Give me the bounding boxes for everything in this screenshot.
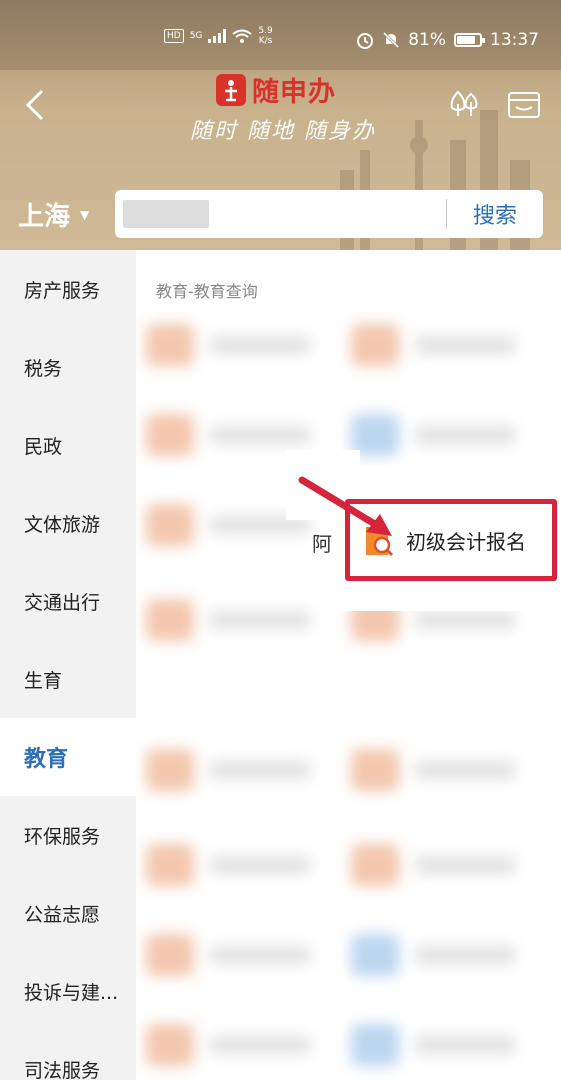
sidebar-item-label: 税务 [24, 357, 63, 380]
blurred-service-grid [146, 310, 551, 1080]
sidebar-item-judicial[interactable]: 司法服务 [0, 1030, 136, 1080]
sidebar-item-tax[interactable]: 税务 [0, 328, 136, 406]
blurred-service-item [351, 745, 521, 795]
sidebar-item-complaints[interactable]: 投诉与建... [0, 952, 136, 1030]
clock: 13:37 [490, 30, 539, 50]
sidebar-item-label: 公益志愿 [24, 903, 101, 926]
service-content: 教育-教育查询 [136, 250, 561, 1080]
sidebar-item-transport[interactable]: 交通出行 [0, 562, 136, 640]
wifi-icon [232, 29, 253, 43]
sidebar-item-label: 环保服务 [24, 825, 101, 848]
speed-unit: K/s [258, 36, 273, 46]
sidebar-item-volunteer[interactable]: 公益志愿 [0, 874, 136, 952]
status-left: HD 5G 5.9 K/s [164, 26, 273, 46]
blurred-service-item [146, 840, 316, 890]
status-right: 81% 13:37 [356, 30, 539, 50]
blurred-service-item [351, 1020, 521, 1070]
search-redacted-block [123, 200, 209, 228]
speed-value: 5.9 [258, 26, 273, 36]
blurred-service-item [146, 930, 316, 980]
sidebar-item-environment[interactable]: 环保服务 [0, 796, 136, 874]
city-label: 上海 [18, 202, 71, 232]
sidebar-item-culture-tourism[interactable]: 文体旅游 [0, 484, 136, 562]
search-input[interactable] [209, 190, 446, 238]
category-sidebar: 房产服务 税务 民政 文体旅游 交通出行 生育 教育 环保服务 公益志愿 投诉与… [0, 250, 136, 1080]
hd-badge: HD [164, 29, 184, 43]
search-button[interactable]: 搜索 [447, 198, 543, 230]
tree-icon [450, 90, 478, 116]
logo-text: 随申办 [252, 77, 336, 108]
sidebar-item-label: 文体旅游 [24, 513, 101, 536]
item-label: 初级会计报名 [406, 529, 526, 554]
status-bar: HD 5G 5.9 K/s 81% 13:37 [0, 0, 561, 70]
signal-icon [208, 29, 227, 43]
sidebar-item-birth[interactable]: 生育 [0, 640, 136, 718]
sidebar-item-label: 房产服务 [24, 279, 101, 302]
sidebar-item-label: 投诉与建... [24, 981, 119, 1004]
sidebar-item-education[interactable]: 教育 [0, 718, 136, 796]
wallet-icon [508, 92, 540, 118]
blurred-service-item [146, 595, 316, 645]
slogan: 随时 随地 随身办 [190, 119, 376, 144]
blurred-service-item [146, 745, 316, 795]
blurred-service-item [351, 410, 521, 460]
blurred-service-item [351, 930, 521, 980]
blurred-service-item [146, 1020, 316, 1070]
caret-down-icon: ▼ [80, 207, 90, 222]
sidebar-item-label: 民政 [24, 435, 63, 458]
sidebar-item-civil-affairs[interactable]: 民政 [0, 406, 136, 484]
battery-percent: 81% [408, 30, 446, 50]
pointer-arrow-icon [298, 476, 392, 536]
sidebar-item-label: 生育 [24, 669, 63, 692]
sidebar-item-label: 教育 [24, 747, 69, 772]
back-button[interactable] [20, 88, 50, 122]
signal-label: 5G [189, 31, 203, 41]
mute-icon [383, 31, 400, 49]
sidebar-item-property[interactable]: 房产服务 [0, 250, 136, 328]
blurred-service-item [351, 320, 521, 370]
tree-button[interactable] [446, 86, 482, 122]
blurred-service-item [146, 320, 316, 370]
alarm-icon [357, 33, 374, 49]
city-selector[interactable]: 上海 ▼ [18, 196, 89, 233]
wallet-button[interactable] [506, 86, 542, 122]
battery-fill [457, 36, 475, 44]
app-logo: 随申办 [216, 70, 336, 109]
battery-icon [454, 33, 485, 47]
sidebar-item-label: 交通出行 [24, 591, 101, 614]
app-header: HD 5G 5.9 K/s 81% 13:37 随申办 随时 随地 随身办 上海… [0, 0, 561, 250]
search-bar: 搜索 [115, 190, 543, 238]
logo-mark-icon [216, 73, 246, 106]
network-speed: 5.9 K/s [258, 26, 272, 46]
chevron-left-icon [25, 89, 44, 121]
blurred-service-item [351, 840, 521, 890]
section-title: 教育-教育查询 [156, 282, 258, 301]
sidebar-item-label: 司法服务 [24, 1059, 101, 1080]
